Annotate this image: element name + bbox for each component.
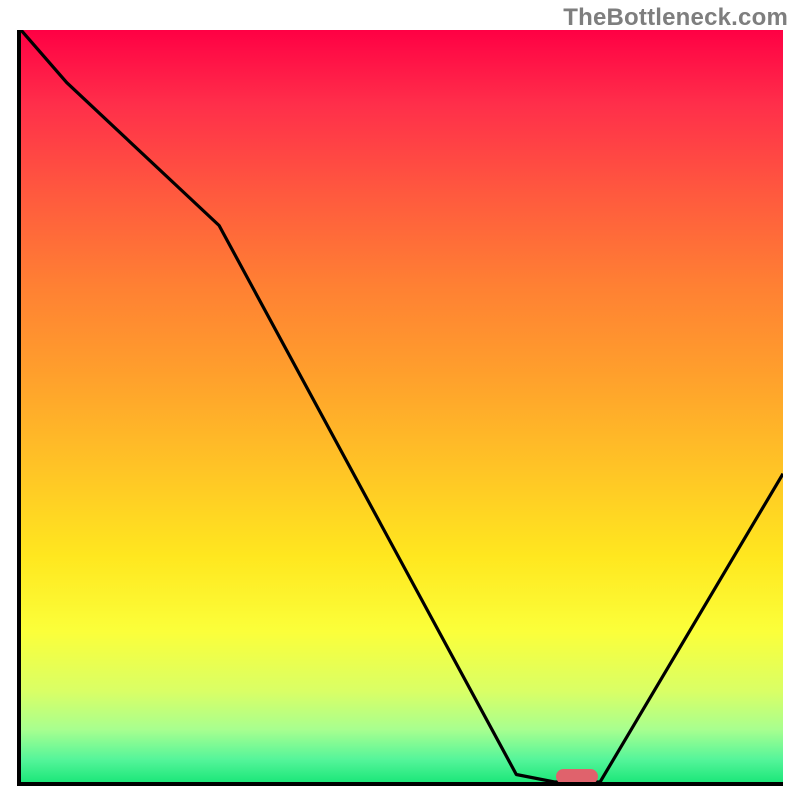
chart-wrapper: TheBottleneck.com [0,0,800,800]
plot-area [17,30,783,786]
optimal-point-marker [556,769,598,784]
heatmap-gradient-background [21,30,783,782]
watermark-text: TheBottleneck.com [563,4,788,32]
